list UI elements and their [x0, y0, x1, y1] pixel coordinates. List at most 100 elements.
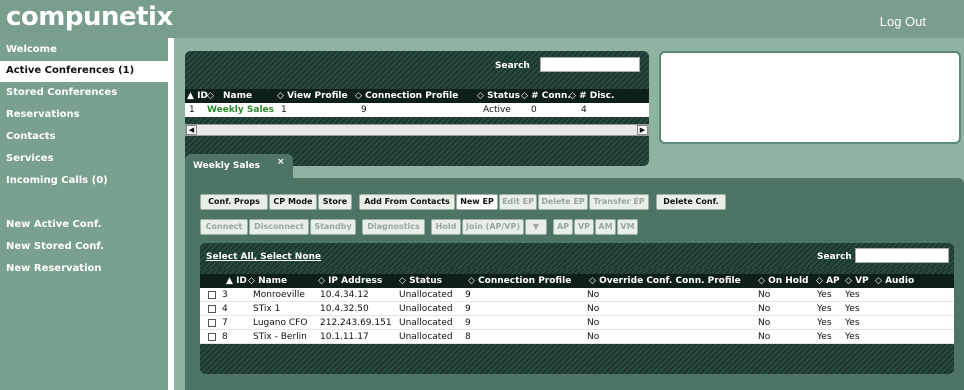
disconnect-button[interactable]: Disconnect — [249, 219, 309, 235]
ep-conn-profile: 8 — [465, 332, 471, 342]
search-label: Search — [817, 252, 852, 262]
close-icon[interactable]: × — [277, 157, 285, 167]
vp-button[interactable]: VP — [574, 219, 594, 235]
ep-ip: 10.1.11.17 — [320, 332, 369, 342]
ep-vp: Yes — [845, 332, 860, 342]
scroll-left-icon[interactable]: ◀ — [186, 125, 197, 135]
conf-view-profile: 1 — [281, 105, 287, 115]
ep-ap: Yes — [817, 290, 832, 300]
ep-ip: 212.243.69.151 — [320, 318, 392, 328]
select-all-link[interactable]: Select All — [206, 252, 254, 262]
diagnostics-button[interactable]: Diagnostics — [362, 219, 425, 235]
ep-ap: Yes — [817, 304, 832, 314]
tab-weekly-sales[interactable]: Weekly Sales × — [185, 154, 293, 178]
sort-audio-header[interactable]: ◇ Audio — [875, 276, 914, 286]
scroll-right-icon[interactable]: ▶ — [637, 125, 648, 135]
ep-ap: Yes — [817, 318, 832, 328]
ep-id: 7 — [222, 318, 228, 328]
vm-button[interactable]: VM — [617, 219, 638, 235]
sort-disc-header[interactable]: ◇ # Disc. — [569, 91, 614, 101]
endpoint-search-input[interactable] — [855, 248, 949, 263]
sidebar: Welcome Active Conferences (1) Stored Co… — [0, 38, 168, 390]
hold-button[interactable]: Hold — [431, 219, 461, 235]
sort-vp-header[interactable]: ◇ VP — [845, 276, 869, 286]
table-row[interactable]: 4 STix 1 10.4.32.50 Unallocated 9 No No … — [200, 302, 954, 316]
sort-name-header[interactable]: ◇ Name — [248, 276, 287, 286]
ep-on-hold: No — [758, 304, 771, 314]
table-row[interactable]: 1 Weekly Sales 1 9 Active 0 4 — [185, 103, 649, 117]
new-active-conf-link[interactable]: New Active Conf. — [6, 219, 101, 230]
panel-spacer — [185, 117, 649, 124]
sort-ip-header[interactable]: ◇ IP Address — [318, 276, 382, 286]
new-ep-button[interactable]: New EP — [456, 194, 498, 210]
logout-link[interactable]: Log Out — [880, 14, 926, 29]
table-row[interactable]: 8 STix - Berlin 10.1.11.17 Unallocated 8… — [200, 330, 954, 344]
sidebar-item-reservations[interactable]: Reservations — [6, 109, 80, 120]
ep-ip: 10.4.34.12 — [320, 290, 369, 300]
ep-id: 3 — [222, 290, 228, 300]
row-checkbox[interactable] — [208, 291, 216, 299]
join-select[interactable]: Join (AP/VP) — [462, 219, 524, 235]
details-box — [659, 51, 961, 144]
ep-conn-profile: 9 — [465, 318, 471, 328]
sort-status-header[interactable]: ◇ Status — [399, 276, 442, 286]
ep-status: Unallocated — [399, 290, 453, 300]
endpoint-table-header: ▲ ID ◇ Name ◇ IP Address ◇ Status ◇ Conn… — [200, 274, 954, 288]
connect-button[interactable]: Connect — [200, 219, 248, 235]
conf-props-button[interactable]: Conf. Props — [200, 194, 268, 210]
search-label: Search — [495, 61, 530, 71]
standby-button[interactable]: Standby — [310, 219, 356, 235]
main-content: Search ▲ ID ◇ Name ◇ View Profile ◇ Conn… — [174, 38, 964, 390]
sort-id-header[interactable]: ▲ ID — [187, 91, 208, 101]
conf-name-link[interactable]: Weekly Sales — [207, 105, 274, 115]
conf-id: 1 — [189, 105, 195, 115]
delete-conf-button[interactable]: Delete Conf. — [656, 194, 726, 210]
row-checkbox[interactable] — [208, 305, 216, 313]
ep-name: Monroeville — [253, 290, 305, 300]
tab-panel: Conf. Props CP Mode Store Add From Conta… — [185, 178, 964, 390]
ep-override: No — [587, 318, 600, 328]
new-stored-conf-link[interactable]: New Stored Conf. — [6, 241, 104, 252]
sidebar-item-active-conferences[interactable]: Active Conferences (1) — [0, 61, 168, 82]
ap-button[interactable]: AP — [553, 219, 573, 235]
sort-status-header[interactable]: ◇ Status — [477, 91, 520, 101]
sort-view-profile-header[interactable]: ◇ View Profile — [277, 91, 348, 101]
ep-on-hold: No — [758, 290, 771, 300]
sort-connection-profile-header[interactable]: ◇ Connection Profile — [468, 276, 571, 286]
ep-status: Unallocated — [399, 332, 453, 342]
app-window: compunetix Log Out Welcome Active Confer… — [0, 0, 964, 390]
sort-on-hold-header[interactable]: ◇ On Hold — [758, 276, 809, 286]
sidebar-item-welcome[interactable]: Welcome — [6, 44, 57, 55]
tab-label: Weekly Sales — [193, 161, 260, 171]
endpoints-panel-header: Select All, Select None Search — [200, 243, 954, 269]
add-from-contacts-button[interactable]: Add From Contacts — [359, 194, 455, 210]
selection-separator: , — [253, 252, 258, 262]
row-checkbox[interactable] — [208, 319, 216, 327]
sort-connection-profile-header[interactable]: ◇ Connection Profile — [355, 91, 458, 101]
delete-ep-button[interactable]: Delete EP — [538, 194, 588, 210]
sort-conn-header[interactable]: ◇ # Conn. — [521, 91, 571, 101]
horizontal-scrollbar[interactable]: ◀ ▶ — [185, 124, 649, 136]
conf-connection-profile: 9 — [361, 105, 367, 115]
sidebar-item-contacts[interactable]: Contacts — [6, 131, 56, 142]
sort-id-header[interactable]: ▲ ID — [226, 276, 247, 286]
table-row[interactable]: 7 Lugano CFO 212.243.69.151 Unallocated … — [200, 316, 954, 330]
sort-name-header[interactable]: Name — [223, 91, 252, 101]
new-reservation-link[interactable]: New Reservation — [6, 263, 101, 274]
select-none-link[interactable]: Select None — [260, 252, 321, 262]
table-row[interactable]: 3 Monroeville 10.4.34.12 Unallocated 9 N… — [200, 288, 954, 302]
cp-mode-button[interactable]: CP Mode — [269, 194, 317, 210]
conference-search-input[interactable] — [540, 57, 640, 72]
am-button[interactable]: AM — [595, 219, 616, 235]
transfer-ep-button[interactable]: Transfer EP — [589, 194, 649, 210]
ep-conn-profile: 9 — [465, 290, 471, 300]
sidebar-item-services[interactable]: Services — [6, 153, 54, 164]
sort-override-header[interactable]: ◇ Override Conf. Conn. Profile — [589, 276, 741, 286]
sidebar-item-stored-conferences[interactable]: Stored Conferences — [6, 87, 117, 98]
chevron-down-icon[interactable]: ▼ — [525, 219, 547, 235]
sort-ap-header[interactable]: ◇ AP — [816, 276, 840, 286]
row-checkbox[interactable] — [208, 333, 216, 341]
store-button[interactable]: Store — [318, 194, 352, 210]
edit-ep-button[interactable]: Edit EP — [499, 194, 537, 210]
sidebar-item-incoming-calls[interactable]: Incoming Calls (0) — [6, 175, 108, 186]
